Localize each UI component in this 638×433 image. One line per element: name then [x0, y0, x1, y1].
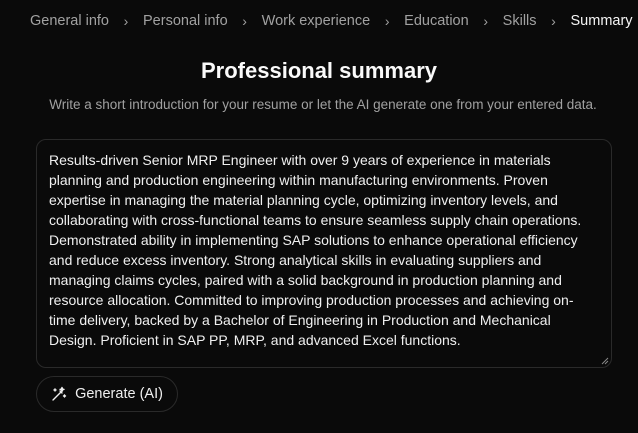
summary-text[interactable]: Results-driven Senior MRP Engineer with … — [49, 150, 599, 357]
chevron-right-icon: › — [483, 13, 488, 29]
generate-ai-label: Generate (AI) — [75, 386, 163, 402]
chevron-right-icon: › — [123, 13, 129, 29]
breadcrumb-work-experience[interactable]: Work experience — [262, 13, 371, 29]
breadcrumb-education[interactable]: Education — [404, 13, 469, 29]
page-title: Professional summary — [201, 58, 437, 83]
breadcrumb-personal-info[interactable]: Personal info — [143, 13, 228, 29]
generate-ai-button[interactable]: Generate (AI) — [36, 376, 178, 412]
breadcrumb-general-info[interactable]: General info — [30, 13, 109, 29]
chevron-right-icon: › — [242, 13, 247, 29]
chevron-right-icon: › — [551, 13, 556, 29]
summary-textarea[interactable]: Results-driven Senior MRP Engineer with … — [36, 139, 612, 368]
breadcrumb-summary[interactable]: Summary — [571, 13, 633, 29]
breadcrumb: General info › Personal info › Work expe… — [30, 13, 633, 29]
resize-handle-icon[interactable] — [601, 357, 609, 365]
breadcrumb-skills[interactable]: Skills — [503, 13, 537, 29]
page-subtitle: Write a short introduction for your resu… — [49, 97, 597, 112]
magic-wand-icon — [52, 386, 67, 401]
chevron-right-icon: › — [384, 13, 390, 29]
